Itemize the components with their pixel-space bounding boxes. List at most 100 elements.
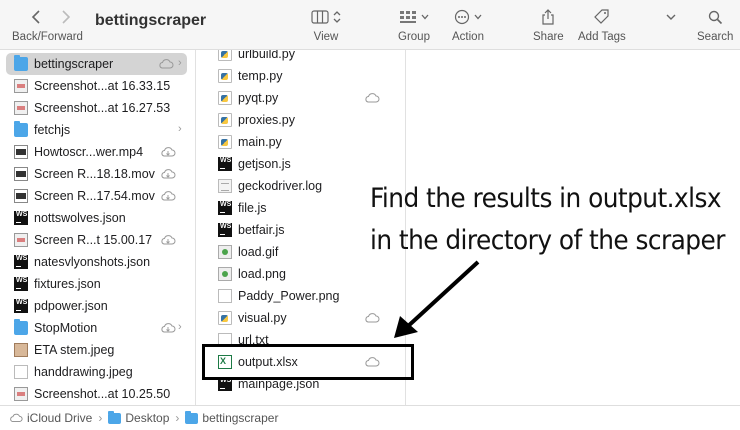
more-toolbar-button[interactable] xyxy=(666,6,676,28)
path-crumb-label: Desktop xyxy=(125,411,170,425)
list-item[interactable]: ETA stem.jpeg xyxy=(0,339,195,361)
share-icon xyxy=(542,9,554,25)
path-crumb-bettingscraper[interactable]: bettingscraper xyxy=(185,410,279,425)
share-button[interactable]: Share xyxy=(533,6,564,43)
path-crumb-icloud[interactable]: iCloud Drive xyxy=(9,411,92,425)
nav-arrows xyxy=(28,8,74,26)
list-item-label: getjson.js xyxy=(238,157,291,171)
annotation-line-1: Find the results in output.xlsx xyxy=(370,183,722,214)
image-icon xyxy=(218,289,232,303)
list-item-label: ETA stem.jpeg xyxy=(34,343,115,357)
cloud-download-icon[interactable] xyxy=(160,169,176,179)
group-button[interactable]: Group xyxy=(398,6,430,43)
tag-icon xyxy=(594,9,609,24)
path-crumb-label: bettingscraper xyxy=(202,411,279,425)
list-item-label: Screen R...18.18.mov xyxy=(34,167,155,181)
list-item[interactable]: main.py xyxy=(196,131,405,153)
chevron-down-icon xyxy=(666,14,676,20)
cloud-download-icon[interactable] xyxy=(160,191,176,201)
cloud-download-icon[interactable] xyxy=(160,323,176,333)
annotation-text: Find the results in output.xlsx in the d… xyxy=(370,178,725,262)
forward-button[interactable] xyxy=(58,8,74,26)
list-item[interactable]: Screenshot...at 16.33.15 xyxy=(0,75,195,97)
webstorm-icon: WS xyxy=(218,157,232,171)
view-label: View xyxy=(313,31,339,43)
list-item[interactable]: WS nottswolves.json xyxy=(0,207,195,229)
list-item[interactable]: visual.py xyxy=(196,307,405,329)
image-icon xyxy=(218,267,232,281)
icloud-icon xyxy=(365,93,380,103)
list-item-label: proxies.py xyxy=(238,113,295,127)
ellipsis-circle-icon xyxy=(454,9,470,25)
list-item[interactable]: Screen R...17.54.mov xyxy=(0,185,195,207)
json-icon: WS xyxy=(14,299,28,313)
action-button[interactable]: Action xyxy=(452,6,484,43)
chevron-left-icon xyxy=(31,10,40,24)
list-item[interactable]: WS getjson.js xyxy=(196,153,405,175)
search-icon xyxy=(708,10,722,24)
chevron-right-icon: › xyxy=(178,123,182,135)
list-item-label: Screen R...t 15.00.17 xyxy=(34,233,153,247)
list-item-bettingscraper[interactable]: bettingscraper › xyxy=(6,53,187,75)
parent-folder-column: bettingscraper › Screenshot...at 16.33.1… xyxy=(0,50,196,405)
json-icon: WS xyxy=(14,211,28,225)
list-item[interactable]: temp.py xyxy=(196,65,405,87)
list-item-label: betfair.js xyxy=(238,223,285,237)
updown-chevron-icon xyxy=(333,11,341,23)
list-item-label: geckodriver.log xyxy=(238,179,323,193)
list-item-label: Screenshot...at 16.33.15 xyxy=(34,79,171,93)
list-item-label: handdrawing.jpeg xyxy=(34,365,133,379)
jpeg-icon xyxy=(14,343,28,357)
python-icon xyxy=(218,91,232,105)
cloud-download-icon[interactable] xyxy=(160,147,176,157)
list-item[interactable]: load.png xyxy=(196,263,405,285)
folder-icon xyxy=(14,55,28,71)
list-item[interactable]: urlbuild.py xyxy=(196,50,405,65)
video-icon xyxy=(14,145,28,159)
window-title: bettingscraper xyxy=(95,12,207,29)
folder-icon xyxy=(185,410,199,424)
list-item[interactable]: pyqt.py xyxy=(196,87,405,109)
list-item-label: temp.py xyxy=(238,69,283,83)
video-icon xyxy=(14,189,28,203)
view-button[interactable]: View xyxy=(311,6,341,43)
python-icon xyxy=(218,113,232,127)
cloud-download-icon[interactable] xyxy=(160,235,176,245)
list-item-label: StopMotion xyxy=(34,321,98,335)
list-item[interactable]: Howtoscr...wer.mp4 xyxy=(0,141,195,163)
image-icon xyxy=(218,245,232,259)
video-icon xyxy=(14,167,28,181)
search-button[interactable]: Search xyxy=(697,6,733,43)
list-item[interactable]: Screen R...18.18.mov xyxy=(0,163,195,185)
share-label: Share xyxy=(533,31,564,43)
list-item-label: visual.py xyxy=(238,311,287,325)
add-tags-button[interactable]: Add Tags xyxy=(578,6,626,43)
chevron-right-icon: › xyxy=(178,321,182,333)
list-item[interactable]: Screenshot...at 16.27.53 xyxy=(0,97,195,119)
list-item[interactable]: Screenshot...at 10.25.50 xyxy=(0,383,195,405)
list-item[interactable]: Screen R...t 15.00.17 xyxy=(0,229,195,251)
list-item-label: fetchjs xyxy=(34,123,71,137)
screenshot-icon xyxy=(14,79,28,93)
list-item[interactable]: WS pdpower.json xyxy=(0,295,195,317)
add-tags-label: Add Tags xyxy=(578,31,626,43)
path-crumb-label: iCloud Drive xyxy=(27,411,93,425)
group-label: Group xyxy=(398,31,430,43)
search-label: Search xyxy=(697,31,734,43)
list-item[interactable]: handdrawing.jpeg xyxy=(0,361,195,383)
list-item[interactable]: WS fixtures.json xyxy=(0,273,195,295)
toolbar: Back/Forward bettingscraper View Group A… xyxy=(0,0,740,50)
list-item[interactable]: StopMotion › xyxy=(0,317,195,339)
log-icon xyxy=(218,179,232,193)
list-item[interactable]: proxies.py xyxy=(196,109,405,131)
list-item[interactable]: WS natesvlyonshots.json xyxy=(0,251,195,273)
list-item-label: load.gif xyxy=(238,245,279,259)
screenshot-icon xyxy=(14,387,28,401)
list-item-label: pdpower.json xyxy=(34,299,108,313)
list-item[interactable]: Paddy_Power.png xyxy=(196,285,405,307)
list-item-label: urlbuild.py xyxy=(238,50,295,61)
list-item[interactable]: fetchjs › xyxy=(0,119,195,141)
back-button[interactable] xyxy=(28,8,44,26)
path-crumb-desktop[interactable]: Desktop xyxy=(108,410,170,425)
list-item-label: natesvlyonshots.json xyxy=(34,255,151,269)
